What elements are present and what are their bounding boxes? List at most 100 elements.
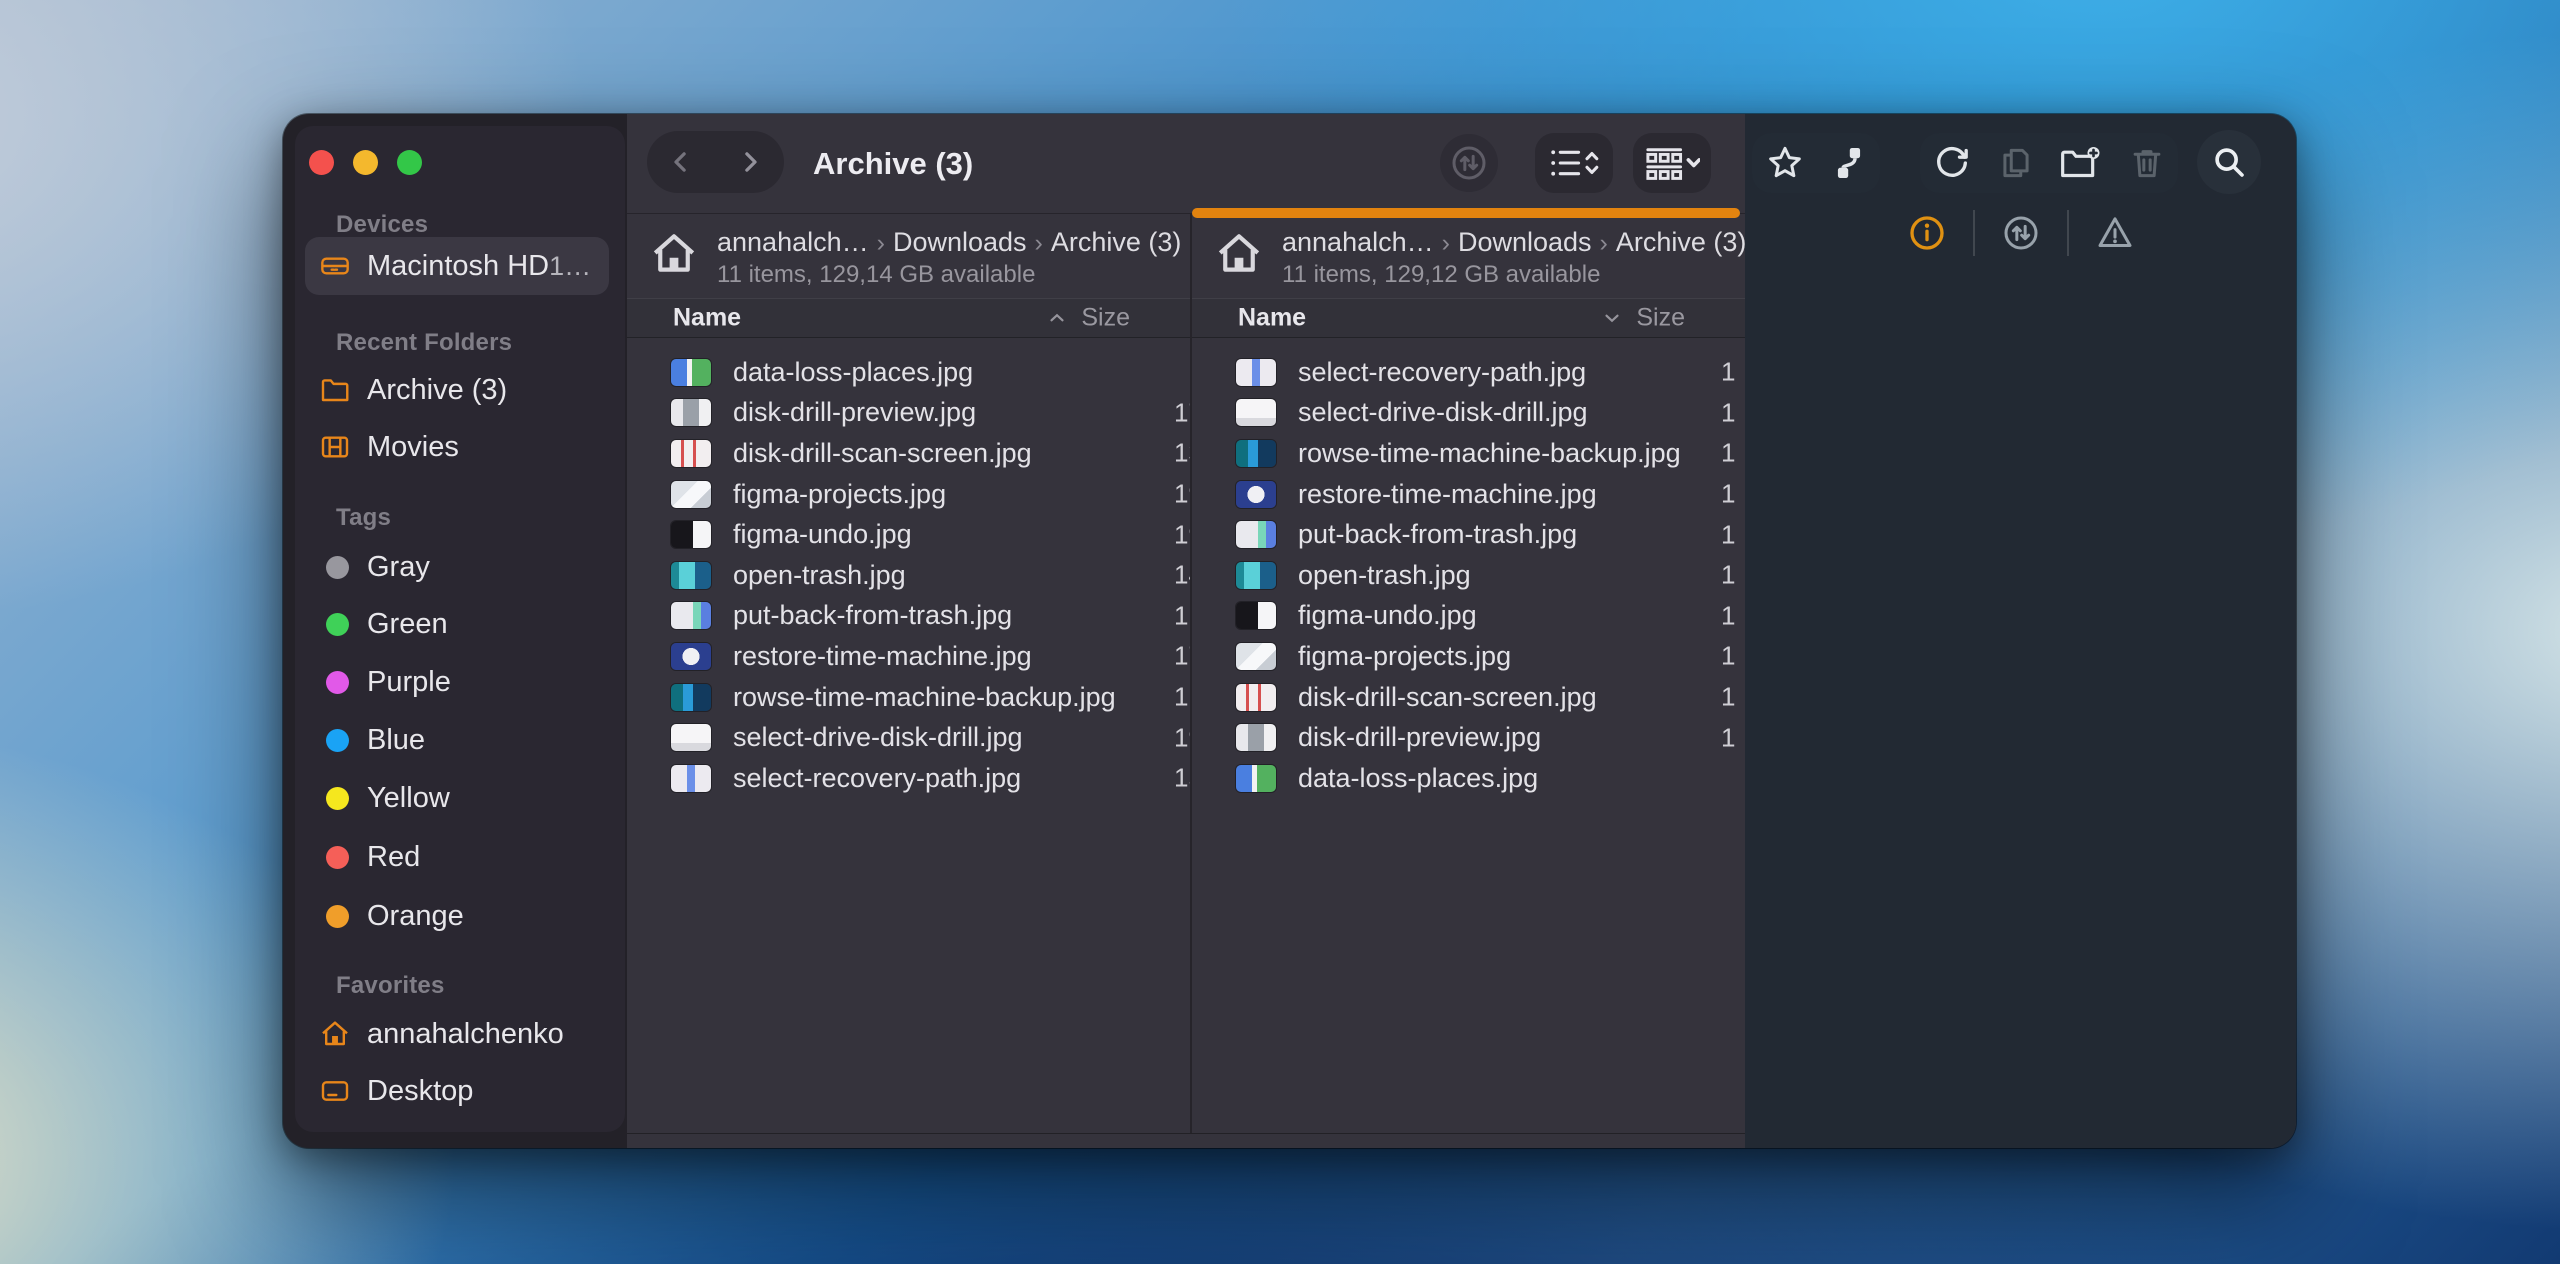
sidebar-item-tag-green[interactable]: Green [305, 595, 609, 653]
home-icon [319, 1018, 351, 1050]
file-row[interactable]: select-drive-disk-drill.jpg1 [1192, 393, 1745, 434]
file-thumbnail-icon [1236, 399, 1276, 426]
transfer-sort-button[interactable] [1440, 134, 1498, 192]
favorite-star-icon[interactable] [1765, 143, 1805, 183]
refresh-icon[interactable] [1932, 143, 1972, 183]
close-window-button[interactable] [309, 150, 334, 175]
breadcrumb-segment[interactable]: annahalch… [717, 227, 869, 257]
file-thumbnail-icon [1236, 562, 1276, 589]
file-row[interactable]: open-trash.jpg14 [627, 555, 1190, 596]
column-header-name[interactable]: Name [1238, 304, 1306, 333]
file-row[interactable]: disk-drill-scan-screen.jpg1 [1192, 677, 1745, 718]
navigation-buttons [647, 131, 784, 193]
pane-status-text: 11 items, 129,14 GB available [717, 261, 1035, 289]
left-file-list: data-loss-places.jpg disk-drill-preview.… [627, 336, 1190, 1133]
file-row[interactable]: disk-drill-preview.jpg1 [1192, 717, 1745, 758]
window-title: Archive (3) [813, 114, 973, 213]
file-manager-window: Devices Macintosh HD 1… Recent Folders A… [283, 114, 2296, 1148]
file-row[interactable]: data-loss-places.jpg [627, 352, 1190, 393]
file-row[interactable]: put-back-from-trash.jpg1 [1192, 514, 1745, 555]
file-thumbnail-icon [1236, 684, 1276, 711]
folder-icon [319, 374, 351, 406]
list-view-button[interactable] [1535, 133, 1613, 193]
list-view-icon [1548, 144, 1600, 182]
home-breadcrumb-icon[interactable] [1214, 229, 1264, 279]
toolbar: Archive (3) [627, 114, 2296, 213]
film-icon [319, 431, 351, 463]
copy-icon[interactable] [1997, 144, 2035, 182]
file-row[interactable]: open-trash.jpg1 [1192, 555, 1745, 596]
file-thumbnail-icon [671, 643, 711, 670]
right-breadcrumb-bar: annahalch…›Downloads›Archive (3) 11 item… [1192, 214, 1745, 298]
new-folder-icon[interactable] [2059, 143, 2103, 183]
file-actions-group [1920, 133, 2178, 193]
file-row[interactable]: rowse-time-machine-backup.jpg1 [627, 677, 1190, 718]
file-thumbnail-icon [1236, 521, 1276, 548]
file-row[interactable]: rowse-time-machine-backup.jpg1 [1192, 433, 1745, 474]
file-row[interactable]: restore-time-machine.jpg1 [1192, 474, 1745, 515]
sidebar-item-annahalchenko[interactable]: annahalchenko [305, 1005, 609, 1063]
grid-view-button[interactable] [1633, 133, 1711, 193]
yellow-tag-dot-icon [319, 782, 351, 814]
sidebar-item-movies[interactable]: Movies [305, 418, 609, 476]
zoom-window-button[interactable] [397, 150, 422, 175]
trash-icon[interactable] [2128, 144, 2166, 182]
file-row[interactable]: figma-projects.jpg19 [627, 474, 1190, 515]
sidebar-item-macintosh-hd[interactable]: Macintosh HD 1… [305, 237, 609, 295]
sidebar-section-tags: Tags [336, 504, 391, 532]
file-row[interactable]: select-recovery-path.jpg15 [627, 758, 1190, 799]
sidebar-item-archive-3[interactable]: Archive (3) [305, 361, 609, 419]
breadcrumb-segment[interactable]: Archive (3) [1051, 227, 1182, 257]
column-header-name[interactable]: Name [673, 304, 741, 333]
breadcrumb-segment[interactable]: annahalch… [1282, 227, 1434, 257]
file-thumbnail-icon [1236, 765, 1276, 792]
file-row[interactable]: select-drive-disk-drill.jpg19 [627, 717, 1190, 758]
column-header-size[interactable]: Size [1081, 304, 1130, 333]
file-row[interactable]: restore-time-machine.jpg17 [627, 636, 1190, 677]
sidebar-item-tag-blue[interactable]: Blue [305, 711, 609, 769]
left-column-header: Name Size [627, 298, 1190, 338]
file-thumbnail-icon [671, 602, 711, 629]
sidebar-item-desktop[interactable]: Desktop [305, 1062, 609, 1120]
breadcrumb-segment[interactable]: Downloads [893, 227, 1027, 257]
sidebar-item-tag-yellow[interactable]: Yellow [305, 769, 609, 827]
column-header-size[interactable]: Size [1636, 304, 1685, 333]
search-button[interactable] [2197, 130, 2261, 194]
breadcrumb: annahalch…›Downloads›Archive (3) [1282, 227, 1745, 258]
breadcrumb-segment[interactable]: Downloads [1458, 227, 1592, 257]
inspector-divider [1973, 210, 1975, 256]
sidebar-section-recent-folders: Recent Folders [336, 329, 512, 357]
window-controls [309, 150, 422, 175]
breadcrumb-segment[interactable]: Archive (3) [1616, 227, 1745, 257]
sidebar: Devices Macintosh HD 1… Recent Folders A… [295, 126, 625, 1132]
file-thumbnail-icon [671, 562, 711, 589]
sidebar-item-tag-red[interactable]: Red [305, 828, 609, 886]
file-row[interactable]: put-back-from-trash.jpg1 [627, 596, 1190, 637]
file-row[interactable]: data-loss-places.jpg [1192, 758, 1745, 799]
file-thumbnail-icon [1236, 724, 1276, 751]
info-icon[interactable] [1907, 213, 1947, 253]
sidebar-item-tag-orange[interactable]: Orange [305, 887, 609, 945]
back-button[interactable] [666, 147, 696, 177]
red-tag-dot-icon [319, 841, 351, 873]
favorites-connection-group [1752, 133, 1880, 193]
file-row[interactable]: select-recovery-path.jpg1 [1192, 352, 1745, 393]
file-row[interactable]: figma-undo.jpg1 [1192, 596, 1745, 637]
desktop-icon [319, 1075, 351, 1107]
sidebar-item-tag-gray[interactable]: Gray [305, 538, 609, 596]
home-breadcrumb-icon[interactable] [649, 229, 699, 279]
file-row[interactable]: figma-projects.jpg1 [1192, 636, 1745, 677]
file-row[interactable]: disk-drill-scan-screen.jpg13 [627, 433, 1190, 474]
right-file-list: select-recovery-path.jpg1 select-drive-d… [1192, 336, 1745, 1133]
file-row[interactable]: disk-drill-preview.jpg17 [627, 393, 1190, 434]
file-thumbnail-icon [671, 440, 711, 467]
warning-icon[interactable] [2095, 213, 2135, 253]
sidebar-item-tag-purple[interactable]: Purple [305, 653, 609, 711]
file-row[interactable]: figma-undo.jpg19 [627, 514, 1190, 555]
minimize-window-button[interactable] [353, 150, 378, 175]
connection-path-icon[interactable] [1830, 144, 1868, 182]
forward-button[interactable] [735, 147, 765, 177]
purple-tag-dot-icon [319, 666, 351, 698]
file-thumbnail-icon [671, 521, 711, 548]
transfers-icon[interactable] [2001, 213, 2041, 253]
